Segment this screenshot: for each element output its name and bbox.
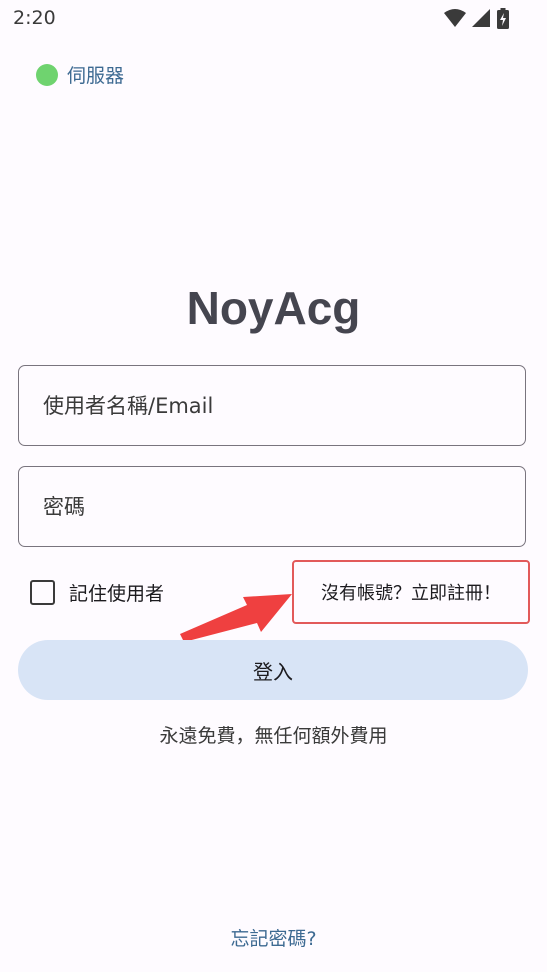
login-button[interactable]: 登入 (18, 640, 528, 700)
forgot-password-link[interactable]: 忘記密碼? (0, 924, 547, 951)
status-time: 2:20 (13, 7, 56, 29)
status-icons (444, 8, 509, 29)
login-button-label: 登入 (253, 661, 293, 684)
remember-checkbox[interactable] (30, 580, 55, 605)
battery-charging-icon (497, 8, 509, 29)
server-status-dot (36, 63, 58, 86)
arrow-annotation (180, 594, 292, 642)
status-bar: 2:20 (0, 0, 547, 38)
server-status[interactable]: 伺服器 (36, 61, 124, 88)
password-input[interactable] (19, 467, 525, 546)
app-title: NoyAcg (186, 282, 361, 334)
register-highlight-box: 沒有帳號？立即註冊！ (292, 560, 530, 624)
username-input[interactable] (19, 366, 525, 445)
remember-user-toggle[interactable]: 記住使用者 (30, 579, 164, 606)
username-field[interactable] (18, 365, 526, 446)
server-label: 伺服器 (67, 65, 125, 87)
tagline: 永遠免費，無任何額外費用 (159, 725, 388, 747)
remember-label: 記住使用者 (69, 583, 165, 605)
wifi-icon (444, 9, 466, 27)
signal-icon (472, 9, 490, 27)
password-field[interactable] (18, 466, 526, 547)
register-link[interactable]: 沒有帳號？立即註冊！ (321, 579, 501, 605)
